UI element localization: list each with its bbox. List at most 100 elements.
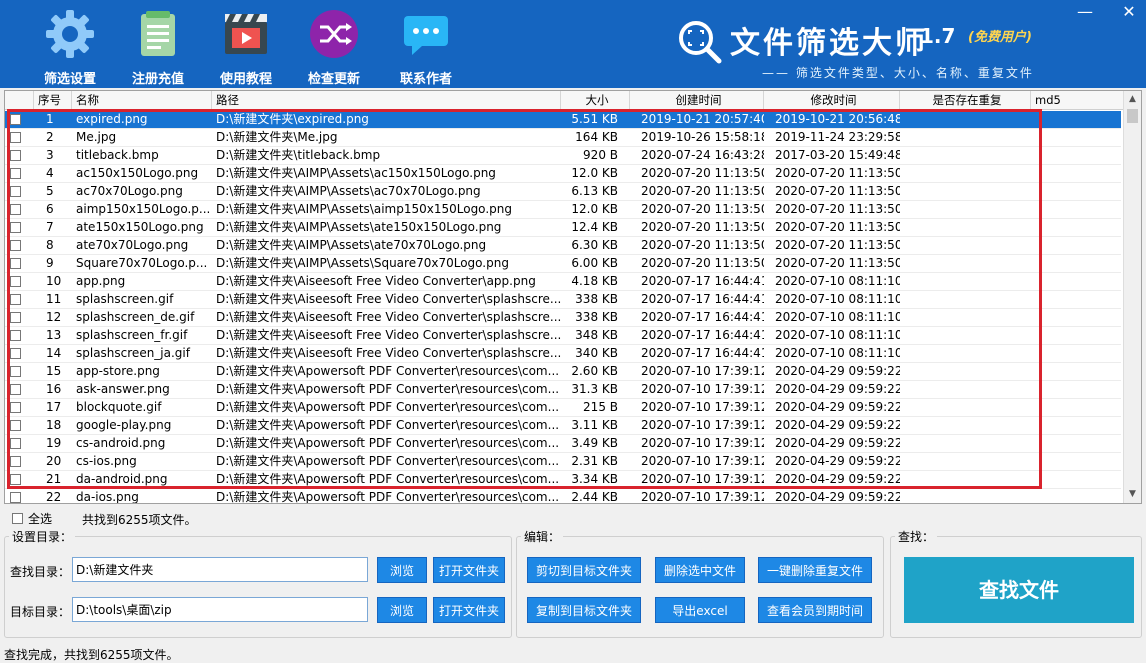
- row-checkbox[interactable]: [5, 273, 29, 291]
- table-row[interactable]: 6 aimp150x150Logo.p... D:\新建文件夹\AIMP\Asset…: [5, 201, 1121, 219]
- table-row[interactable]: 4 ac150x150Logo.png D:\新建文件夹\AIMP\Assets\a…: [5, 165, 1121, 183]
- cell-path: D:\新建文件夹\Aiseesoft Free Video Converter\…: [216, 274, 536, 288]
- toolbar-check-update[interactable]: 检查更新: [294, 6, 374, 87]
- table-row[interactable]: 17 blockquote.gif D:\新建文件夹\Apowersoft PDF …: [5, 399, 1121, 417]
- row-checkbox[interactable]: [5, 129, 29, 147]
- table-row[interactable]: 7 ate150x150Logo.png D:\新建文件夹\AIMP\Assets\…: [5, 219, 1121, 237]
- cell-size: 12.0 KB: [571, 166, 618, 180]
- checkbox-icon: [10, 204, 21, 215]
- table-row[interactable]: 11 splashscreen.gif D:\新建文件夹\Aiseesoft Fre…: [5, 291, 1121, 309]
- close-button[interactable]: ✕: [1116, 2, 1142, 21]
- table-row[interactable]: 22 da-ios.png D:\新建文件夹\Apowersoft PDF Conv…: [5, 489, 1121, 503]
- col-header-size[interactable]: 大小: [561, 91, 630, 110]
- cell-index: 14: [46, 346, 62, 360]
- table-row[interactable]: 15 app-store.png D:\新建文件夹\Apowersoft PDF C…: [5, 363, 1121, 381]
- row-checkbox[interactable]: [5, 399, 29, 417]
- cell-path: D:\新建文件夹\Apowersoft PDF Converter\resour…: [216, 382, 560, 396]
- table-row[interactable]: 3 titleback.bmp D:\新建文件夹\titleback.bmp 920 …: [5, 147, 1121, 165]
- scroll-thumb[interactable]: [1127, 109, 1138, 123]
- target-dir-input[interactable]: [72, 597, 368, 622]
- row-checkbox[interactable]: [5, 237, 29, 255]
- table-row[interactable]: 5 ac70x70Logo.png D:\新建文件夹\AIMP\Assets\ac7…: [5, 183, 1121, 201]
- cell-name: cs-ios.png: [76, 454, 137, 468]
- row-checkbox[interactable]: [5, 147, 29, 165]
- table-row[interactable]: 21 da-android.png D:\新建文件夹\Apowersoft PDF …: [5, 471, 1121, 489]
- row-checkbox[interactable]: [5, 309, 29, 327]
- table-row[interactable]: 20 cs-ios.png D:\新建文件夹\Apowersoft PDF Conv…: [5, 453, 1121, 471]
- row-checkbox[interactable]: [5, 255, 29, 273]
- row-checkbox[interactable]: [5, 219, 29, 237]
- open-search-folder-button[interactable]: 打开文件夹: [433, 557, 505, 583]
- cell-name: Square70x70Logo.p...: [76, 256, 208, 270]
- table-row[interactable]: 2 Me.jpg D:\新建文件夹\Me.jpg 164 KB 2019-10-26 1…: [5, 129, 1121, 147]
- open-target-folder-button[interactable]: 打开文件夹: [433, 597, 505, 623]
- cell-index: 12: [46, 310, 62, 324]
- cell-index: 16: [46, 382, 62, 396]
- toolbar-register[interactable]: 注册充值: [118, 6, 198, 87]
- col-header-name[interactable]: 名称: [72, 91, 212, 110]
- col-header-duplicate[interactable]: 是否存在重复: [900, 91, 1031, 110]
- browse-search-button[interactable]: 浏览: [377, 557, 427, 583]
- scroll-up-icon[interactable]: ▲: [1124, 91, 1141, 108]
- app-subtitle: —— 筛选文件类型、大小、名称、重复文件: [762, 66, 1034, 80]
- table-row[interactable]: 13 splashscreen_fr.gif D:\新建文件夹\Aiseesoft …: [5, 327, 1121, 345]
- check-membership-button[interactable]: 查看会员到期时间: [758, 597, 872, 623]
- row-checkbox[interactable]: [5, 453, 29, 471]
- table-row[interactable]: 1 expired.png D:\新建文件夹\expired.png 5.51 KB 2…: [5, 111, 1121, 129]
- row-checkbox[interactable]: [5, 201, 29, 219]
- row-checkbox[interactable]: [5, 435, 29, 453]
- export-excel-button[interactable]: 导出excel: [655, 597, 745, 623]
- toolbar-tutorial[interactable]: 使用教程: [206, 6, 286, 87]
- table-row[interactable]: 18 google-play.png D:\新建文件夹\Apowersoft PDF…: [5, 417, 1121, 435]
- row-checkbox[interactable]: [5, 165, 29, 183]
- cell-size: 338 KB: [575, 292, 618, 306]
- select-all-label: 全选: [28, 512, 53, 526]
- row-checkbox[interactable]: [5, 417, 29, 435]
- table-row[interactable]: 19 cs-android.png D:\新建文件夹\Apowersoft PDF …: [5, 435, 1121, 453]
- minimize-button[interactable]: —: [1072, 2, 1098, 21]
- table-row[interactable]: 12 splashscreen_de.gif D:\新建文件夹\Aiseesoft …: [5, 309, 1121, 327]
- cell-index: 4: [46, 166, 54, 180]
- toolbar-filter-settings[interactable]: 筛选设置: [30, 6, 110, 87]
- delete-duplicates-button[interactable]: 一键删除重复文件: [758, 557, 872, 583]
- table-row[interactable]: 16 ask-answer.png D:\新建文件夹\Apowersoft PDF …: [5, 381, 1121, 399]
- row-checkbox[interactable]: [5, 345, 29, 363]
- cell-index: 18: [46, 418, 62, 432]
- cell-index: 17: [46, 400, 62, 414]
- col-header-md5[interactable]: md5: [1031, 91, 1127, 110]
- row-checkbox[interactable]: [5, 183, 29, 201]
- col-header-created[interactable]: 创建时间: [630, 91, 764, 110]
- cell-size: 164 KB: [575, 130, 618, 144]
- header-corner: [5, 91, 34, 110]
- col-header-modified[interactable]: 修改时间: [764, 91, 900, 110]
- table-row[interactable]: 14 splashscreen_ja.gif D:\新建文件夹\Aiseesoft …: [5, 345, 1121, 363]
- table-row[interactable]: 9 Square70x70Logo.p... D:\新建文件夹\AIMP\Asset…: [5, 255, 1121, 273]
- row-checkbox[interactable]: [5, 291, 29, 309]
- delete-selected-button[interactable]: 删除选中文件: [655, 557, 745, 583]
- cell-size: 12.4 KB: [571, 220, 618, 234]
- row-checkbox[interactable]: [5, 363, 29, 381]
- select-all-checkbox[interactable]: 全选: [12, 510, 52, 527]
- table-row[interactable]: 8 ate70x70Logo.png D:\新建文件夹\AIMP\Assets\at…: [5, 237, 1121, 255]
- copy-to-target-button[interactable]: 复制到目标文件夹: [527, 597, 641, 623]
- table-row[interactable]: 10 app.png D:\新建文件夹\Aiseesoft Free Video C…: [5, 273, 1121, 291]
- browse-target-button[interactable]: 浏览: [377, 597, 427, 623]
- col-header-path[interactable]: 路径: [212, 91, 561, 110]
- row-checkbox[interactable]: [5, 327, 29, 345]
- cell-modified: 2020-07-20 11:13:50: [775, 220, 900, 234]
- row-checkbox[interactable]: [5, 381, 29, 399]
- toolbar-contact-author[interactable]: 联系作者: [386, 6, 466, 87]
- cell-size: 6.13 KB: [571, 184, 618, 198]
- row-checkbox[interactable]: [5, 111, 29, 129]
- search-dir-input[interactable]: [72, 557, 368, 582]
- vertical-scrollbar[interactable]: ▲ ▼: [1123, 91, 1141, 503]
- row-checkbox[interactable]: [5, 471, 29, 489]
- checkbox-icon: [10, 294, 21, 305]
- cell-index: 1: [46, 112, 54, 126]
- row-checkbox[interactable]: [5, 489, 29, 503]
- cut-to-target-button[interactable]: 剪切到目标文件夹: [527, 557, 641, 583]
- scroll-down-icon[interactable]: ▼: [1124, 486, 1141, 503]
- top-toolbar: 筛选设置 注册充值 使用教程 检查更新 联系作者 文件筛选大师 1.7 (免费用…: [0, 0, 1146, 88]
- find-files-button[interactable]: 查找文件: [904, 557, 1134, 623]
- col-header-index[interactable]: 序号: [34, 91, 72, 110]
